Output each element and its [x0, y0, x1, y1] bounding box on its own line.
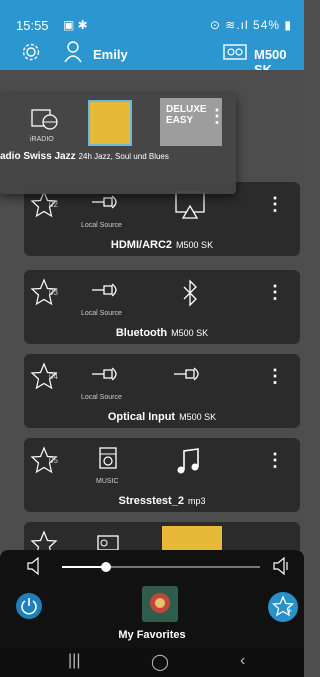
power-button[interactable] — [16, 593, 42, 619]
favorite-title-row: Bluetooth M500 SK — [24, 327, 300, 339]
radio-icon — [97, 535, 119, 550]
user-name[interactable]: Emily — [93, 47, 128, 62]
favorite-subtitle: mp3 — [187, 496, 206, 506]
volume-slider-fill — [62, 566, 106, 568]
favorite-title-row: Stresstest_2 mp3 — [24, 495, 300, 507]
favorite-card[interactable]: 05 MUSIC ⋮ Stresstest_2 mp3 — [24, 438, 300, 512]
more-menu-icon[interactable]: ⋮ — [266, 282, 284, 303]
source-label: MUSIC — [96, 478, 119, 485]
cover-art-image — [142, 586, 178, 622]
wifi-signal-icon: ⊙ ≋.ıl — [209, 18, 249, 32]
home-icon[interactable]: ◯ — [151, 652, 169, 672]
notification-icons: ▣ ✱ — [63, 18, 88, 32]
user-icon[interactable] — [63, 40, 83, 64]
music-library-icon — [99, 447, 117, 469]
favorite-title: Stresstest_2 — [118, 495, 184, 507]
power-icon — [21, 598, 37, 615]
favorite-title-row: adio Swiss Jazz 24h Jazz, Soul und Blues — [0, 151, 236, 162]
battery-icon: ▮ — [284, 18, 292, 32]
favorite-number: 02 — [49, 200, 58, 209]
recent-apps-icon[interactable]: ||| — [68, 652, 80, 670]
favorite-card[interactable] — [24, 522, 300, 550]
airplay-icon — [175, 191, 205, 219]
status-right: ⊙ ≋.ıl 54% ▮ — [210, 18, 292, 32]
status-bar: 15:55 ▣ ✱ ⊙ ≋.ıl 54% ▮ — [0, 0, 304, 37]
album-art — [162, 526, 222, 550]
settings-gear-icon[interactable] — [20, 41, 42, 63]
source-label: Local Source — [81, 394, 122, 401]
favorite-subtitle: M500 SK — [179, 412, 217, 422]
favorite-card[interactable]: 03 Local Source ⋮ Bluetooth M500 SK — [24, 270, 300, 344]
system-nav-bar: ||| ◯ ‹ — [0, 648, 304, 677]
favorite-subtitle: 24h Jazz, Soul und Blues — [78, 152, 169, 161]
back-icon[interactable]: ‹ — [240, 652, 245, 670]
favorite-subtitle: M500 SK — [176, 240, 214, 250]
battery-level: 54% — [253, 18, 281, 32]
volume-slider[interactable] — [62, 562, 260, 572]
favorite-title: adio Swiss Jazz — [0, 151, 76, 162]
album-art — [88, 100, 132, 146]
favorite-title-row: Optical Input M500 SK — [24, 411, 300, 423]
favorite-subtitle: M500 SK — [171, 328, 209, 338]
favorite-title: HDMI/ARC2 — [110, 239, 173, 251]
volume-up-icon[interactable] — [272, 556, 292, 576]
device-speaker-icon[interactable] — [222, 41, 248, 63]
album-art-text: DELUXE EASY — [166, 104, 207, 126]
input-plug-icon — [92, 367, 117, 381]
star-plus-icon: + — [271, 595, 295, 617]
favorite-title: Bluetooth — [115, 327, 168, 339]
more-menu-icon[interactable]: ⋮ — [266, 450, 284, 471]
app-header: Emily M500 SK — [0, 37, 304, 77]
svg-text:+: + — [287, 606, 292, 616]
favorites-list[interactable]: 02 Local Source ⋮ HDMI/ARC2 M500 SK 03 Lo… — [0, 70, 304, 550]
now-playing-art[interactable] — [142, 586, 178, 622]
volume-down-icon[interactable] — [26, 556, 42, 576]
dragged-favorite-card[interactable]: iRADIO DELUXE EASY ⋮ adio Swiss Jazz 24h … — [0, 94, 236, 194]
source-label: Local Source — [81, 222, 122, 229]
input-plug-icon — [92, 283, 117, 297]
source-label: iRADIO — [30, 136, 54, 143]
favorite-title: Optical Input — [107, 411, 176, 423]
more-menu-icon[interactable]: ⋮ — [266, 366, 284, 387]
volume-slider-thumb[interactable] — [100, 562, 111, 572]
add-favorite-button[interactable]: + — [268, 592, 298, 622]
favorite-number: 05 — [49, 456, 58, 465]
music-note-icon — [177, 448, 199, 474]
favorite-number: 03 — [49, 288, 58, 297]
favorite-title-row: HDMI/ARC2 M500 SK — [24, 239, 300, 251]
optical-icon — [174, 367, 199, 381]
playlist-name[interactable]: My Favorites — [0, 629, 304, 641]
more-menu-icon[interactable]: ⋮ — [208, 106, 226, 127]
status-time: 15:55 — [16, 18, 49, 33]
mini-player: + My Favorites — [0, 550, 304, 648]
star-icon[interactable] — [30, 530, 58, 550]
favorite-number: 04 — [49, 372, 58, 381]
source-label: Local Source — [81, 310, 122, 317]
favorite-card[interactable]: 04 Local Source ⋮ Optical Input M500 SK — [24, 354, 300, 428]
bluetooth-icon — [183, 279, 197, 307]
internet-radio-icon — [31, 109, 58, 130]
more-menu-icon[interactable]: ⋮ — [266, 194, 284, 215]
